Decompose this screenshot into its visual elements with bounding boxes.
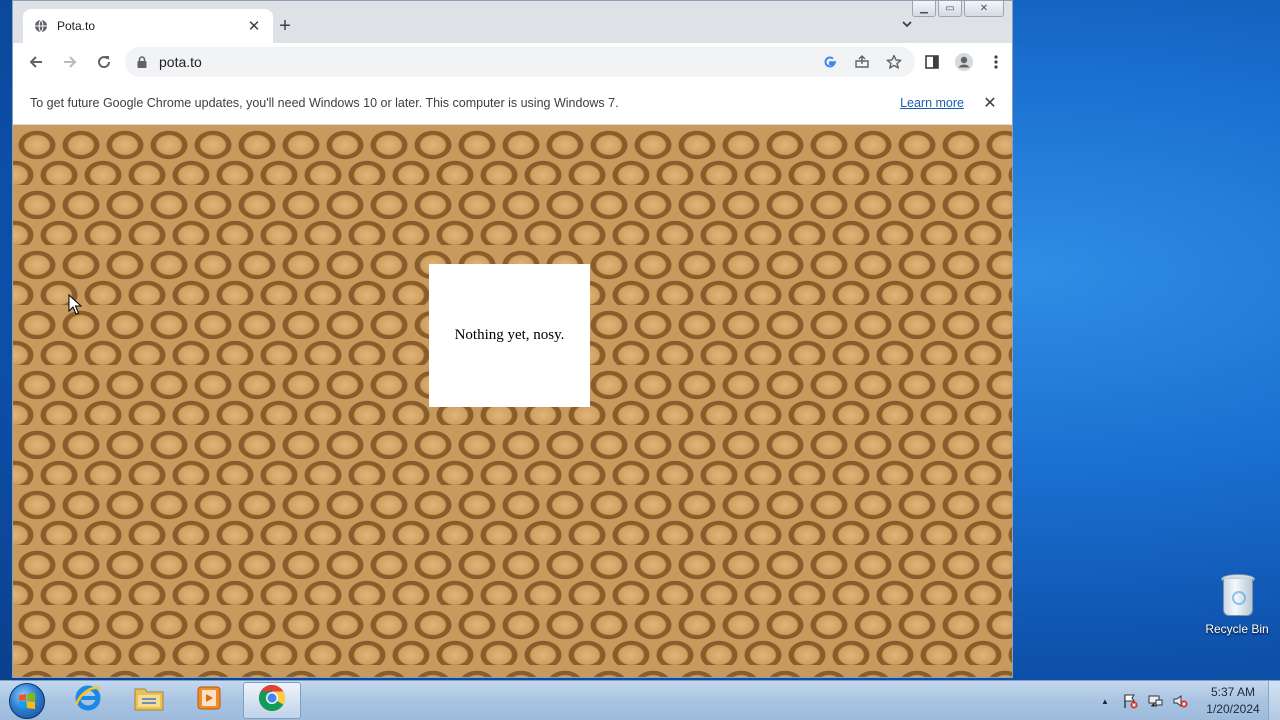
- network-icon[interactable]: [1146, 692, 1164, 710]
- google-lens-icon[interactable]: [819, 51, 841, 73]
- more-menu-icon[interactable]: [983, 49, 1009, 75]
- address-bar[interactable]: pota.to: [125, 47, 915, 77]
- back-arrow-icon[interactable]: [22, 48, 50, 76]
- tab-pota-to[interactable]: Pota.to ✕: [23, 9, 273, 43]
- show-hidden-icons-arrow-icon[interactable]: ▲: [1096, 692, 1114, 710]
- chrome-icon: [257, 683, 287, 718]
- learn-more-link[interactable]: Learn more: [900, 96, 964, 110]
- share-icon[interactable]: [851, 51, 873, 73]
- page-content: Nothing yet, nosy.: [13, 125, 1012, 677]
- lock-icon[interactable]: [135, 55, 149, 69]
- url-text[interactable]: pota.to: [159, 54, 809, 70]
- toolbar-right: [913, 47, 1009, 77]
- browser-toolbar: pota.to: [13, 43, 1012, 81]
- action-center-flag-icon[interactable]: [1121, 692, 1139, 710]
- media-player-taskbar-button[interactable]: [180, 682, 238, 719]
- infobar-close-icon[interactable]: ✕: [980, 93, 1000, 113]
- chrome-taskbar-button[interactable]: [243, 682, 301, 719]
- file-explorer-taskbar-button[interactable]: [120, 682, 178, 719]
- new-tab-button[interactable]: +: [275, 15, 295, 37]
- clock-time: 5:37 AM: [1210, 685, 1256, 699]
- maximize-button[interactable]: ▭: [938, 1, 962, 17]
- tab-search-chevron-icon[interactable]: [897, 17, 917, 37]
- tab-strip: Pota.to ✕ + ▁ ▭ ✕: [13, 1, 1012, 43]
- profile-avatar-icon[interactable]: [951, 49, 977, 75]
- folder-icon: [133, 684, 165, 717]
- start-button[interactable]: [4, 682, 50, 720]
- update-infobar: To get future Google Chrome updates, you…: [13, 81, 1012, 125]
- media-player-icon: [195, 684, 223, 717]
- window-close-button[interactable]: ✕: [964, 1, 1004, 17]
- internet-explorer-icon: [73, 683, 103, 718]
- recycle-bin-shortcut[interactable]: Recycle Bin: [1200, 572, 1274, 636]
- reload-icon[interactable]: [90, 48, 118, 76]
- mouse-cursor-icon: [68, 294, 82, 315]
- message-box: Nothing yet, nosy.: [429, 264, 590, 407]
- globe-icon: [33, 18, 49, 34]
- forward-arrow-icon[interactable]: [56, 48, 84, 76]
- window-controls: ▁ ▭ ✕: [910, 1, 1004, 19]
- system-clock[interactable]: 5:37 AM 1/20/2024: [1200, 684, 1266, 718]
- bookmark-star-icon[interactable]: [883, 51, 905, 73]
- side-panel-icon[interactable]: [919, 49, 945, 75]
- recycle-bin-label: Recycle Bin: [1205, 622, 1269, 636]
- taskbar: ▲ 5:37 AM 1/20/2024: [0, 680, 1280, 720]
- infobar-message: To get future Google Chrome updates, you…: [30, 95, 619, 110]
- recycle-bin-icon: [1219, 572, 1255, 618]
- clock-date: 1/20/2024: [1206, 702, 1260, 716]
- internet-explorer-taskbar-button[interactable]: [59, 682, 117, 719]
- minimize-button[interactable]: ▁: [912, 1, 936, 17]
- volume-muted-icon[interactable]: [1171, 692, 1189, 710]
- tab-title: Pota.to: [57, 19, 96, 33]
- browser-window: Pota.to ✕ + ▁ ▭ ✕ pota.to To get future …: [12, 0, 1013, 678]
- system-tray: ▲: [1096, 681, 1196, 720]
- windows-logo-icon: [9, 683, 45, 719]
- page-message: Nothing yet, nosy.: [454, 327, 565, 343]
- show-desktop-button[interactable]: [1268, 681, 1280, 720]
- tab-close-icon[interactable]: ✕: [245, 17, 263, 35]
